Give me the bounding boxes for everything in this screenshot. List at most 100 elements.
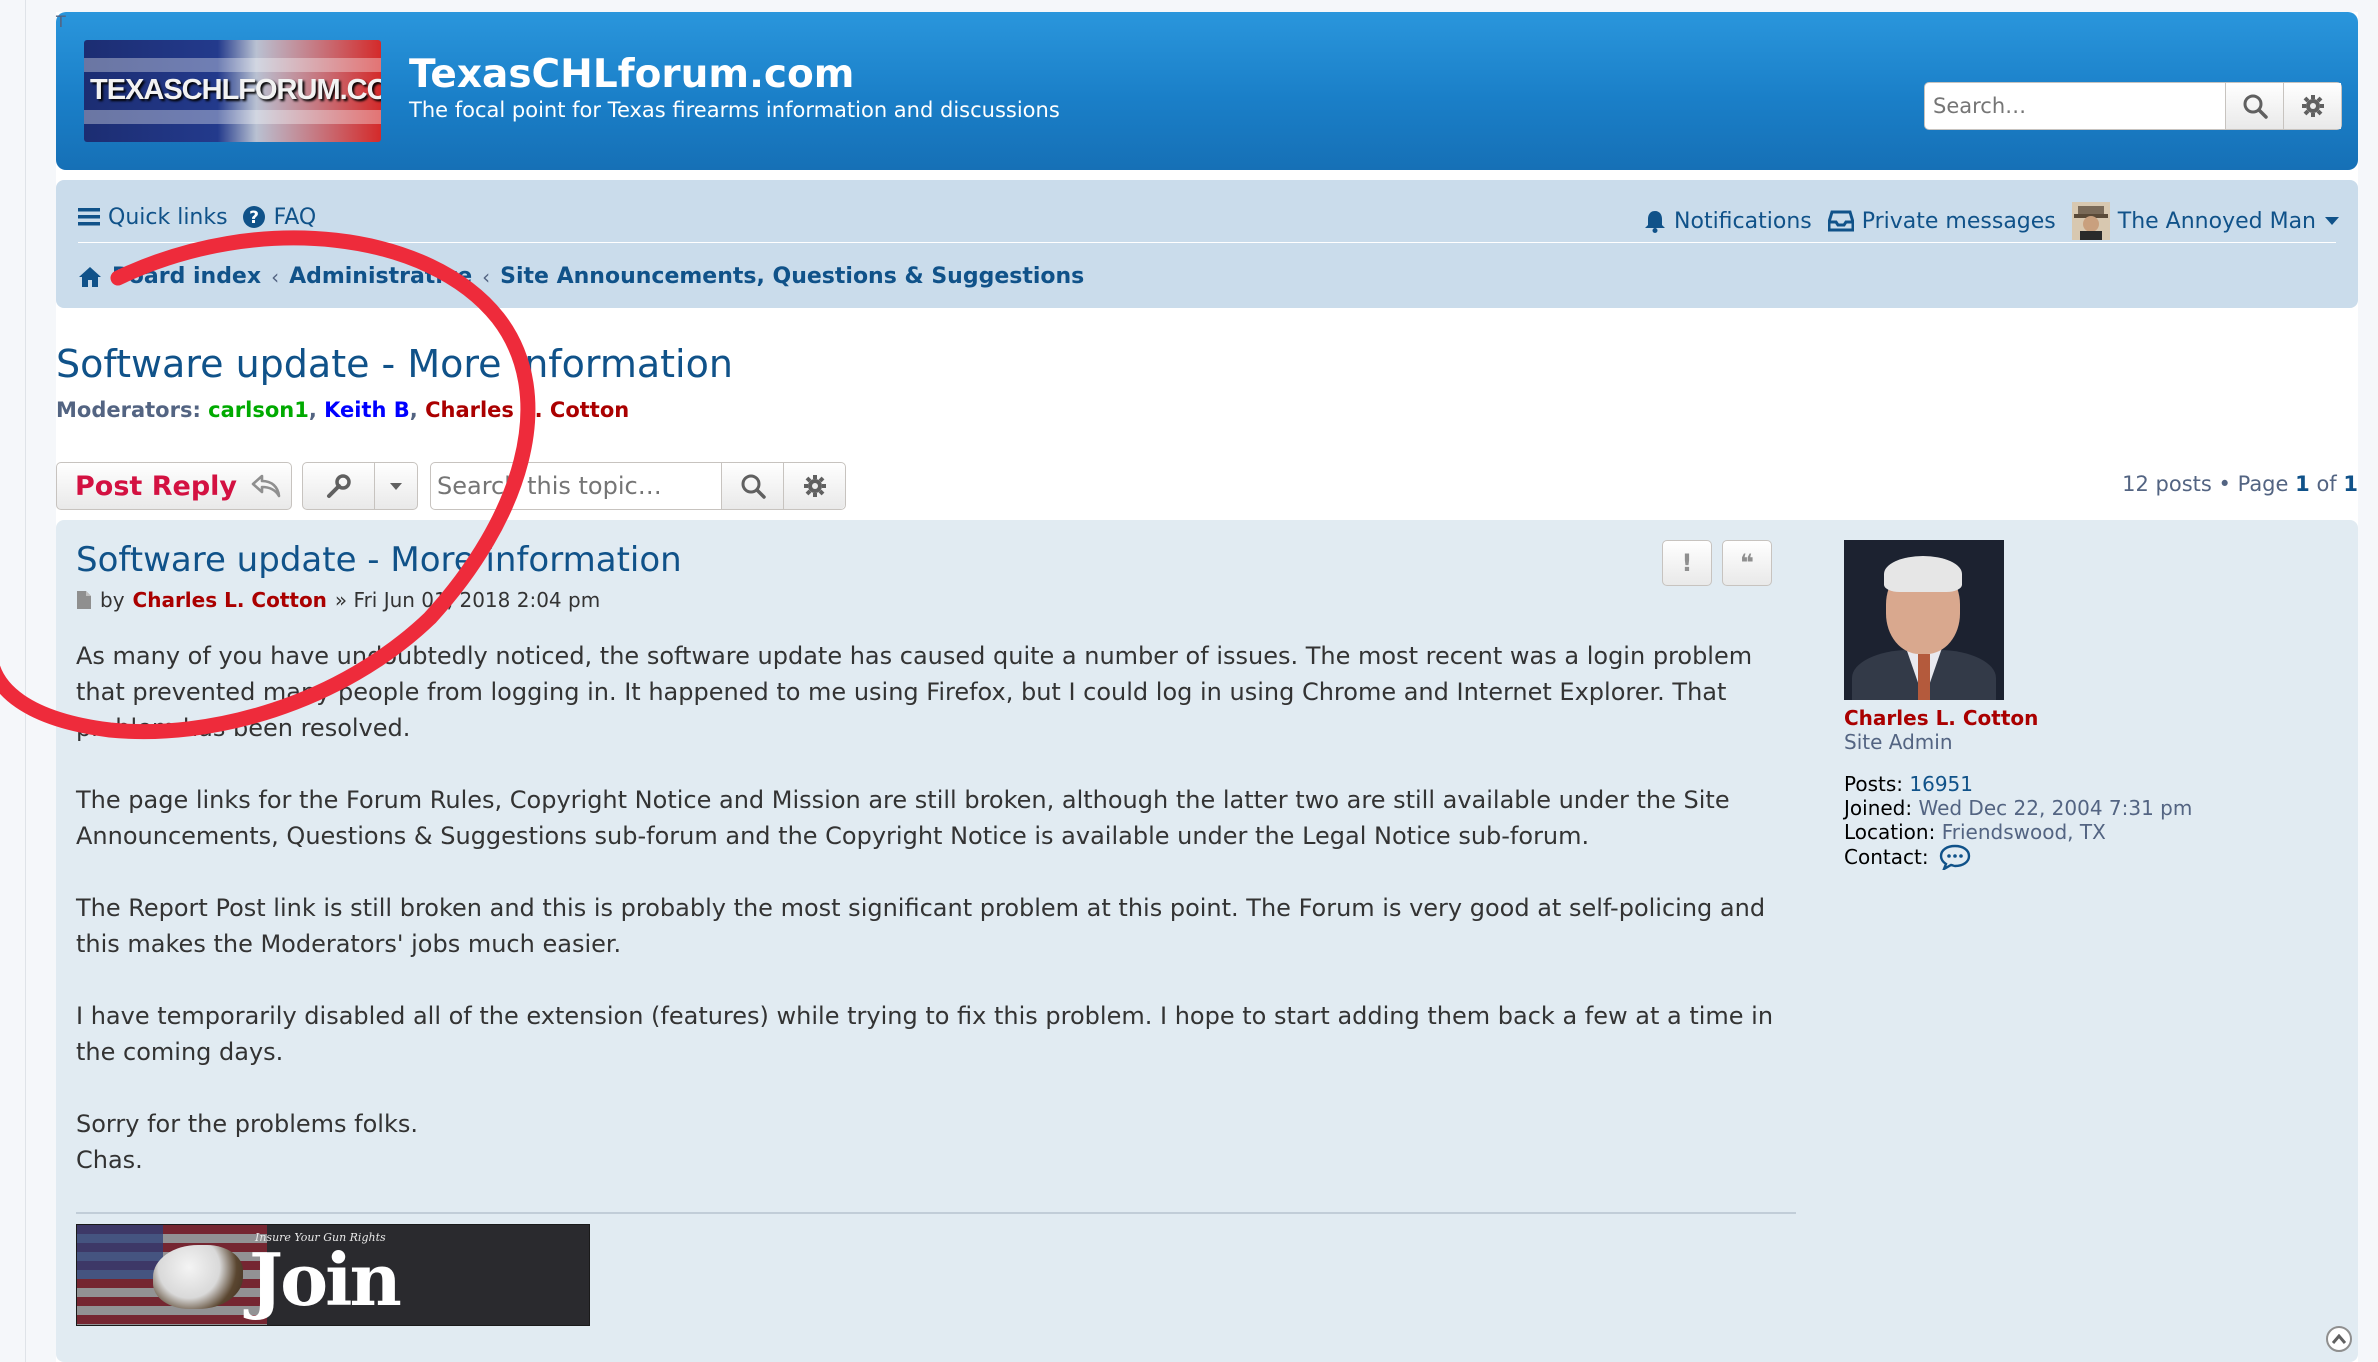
topic-tools-button[interactable] xyxy=(302,462,418,510)
user-avatar-icon xyxy=(2071,202,2110,240)
profile-joined: Joined: Wed Dec 22, 2004 7:31 pm xyxy=(1844,796,2264,820)
notifications-label: Notifications xyxy=(1674,208,1812,234)
private-messages-link[interactable]: Private messages xyxy=(1827,208,2056,234)
flag-canton xyxy=(77,1225,163,1279)
signature-divider xyxy=(76,1212,1796,1214)
post-count: 12 posts xyxy=(2122,472,2212,496)
moderator-link[interactable]: carlson1 xyxy=(208,398,309,422)
caret-down-icon xyxy=(390,482,403,490)
quote-button[interactable]: ❝ xyxy=(1722,540,1772,586)
profile-posts: Posts: 16951 xyxy=(1844,772,2264,796)
joined-label: Joined: xyxy=(1844,796,1913,820)
breadcrumb-chevron-icon: ‹ xyxy=(482,264,491,289)
avatar-tie xyxy=(1918,654,1930,700)
caret-down-icon xyxy=(2325,217,2339,225)
gear-icon xyxy=(803,475,826,497)
logo-trail: T xyxy=(56,12,66,31)
post-author-link[interactable]: Charles L. Cotton xyxy=(133,588,327,612)
document-icon xyxy=(77,591,91,609)
avatar-hair xyxy=(1884,556,1962,592)
left-gutter xyxy=(0,0,26,1362)
profile-location: Location: Friendswood, TX xyxy=(1844,820,2264,844)
header-search-input[interactable] xyxy=(1925,83,2225,129)
avatar[interactable] xyxy=(1844,540,2004,700)
back-to-top-button[interactable] xyxy=(2326,1326,2352,1352)
posts-label: Posts: xyxy=(1844,772,1904,796)
header-search xyxy=(1924,82,2342,130)
moderator-link[interactable]: Keith B xyxy=(324,398,410,422)
logo-stripe xyxy=(84,58,381,72)
joined-value: Wed Dec 22, 2004 7:31 pm xyxy=(1918,796,2193,820)
quick-links-menu[interactable]: Quick links xyxy=(78,205,228,230)
breadcrumb-administrative[interactable]: Administrative xyxy=(289,264,472,289)
current-page: 1 xyxy=(2295,472,2310,496)
page-label: Page xyxy=(2237,472,2289,496)
topic-action-bar: Post Reply 12 posts • Page 1 of xyxy=(56,462,2358,510)
post-reply-label: Post Reply xyxy=(75,470,237,502)
navbar-divider xyxy=(78,242,2336,243)
site-title[interactable]: TexasCHLforum.com xyxy=(409,52,854,97)
site-header: TEXASCHLFORUM.COM T TexasCHLforum.com Th… xyxy=(56,12,2358,170)
post-paragraph: The Report Post link is still broken and… xyxy=(76,894,1766,958)
profile-contact: Contact: xyxy=(1844,844,2264,870)
breadcrumb: Board index ‹ Administrative ‹ Site Anno… xyxy=(78,264,1084,289)
location-value: Friendswood, TX xyxy=(1941,820,2106,844)
nra-signature-banner[interactable]: Insure Your Gun Rights Join NRA xyxy=(76,1224,590,1326)
notifications-link[interactable]: Notifications xyxy=(1644,209,1812,234)
advanced-search-button[interactable] xyxy=(2283,83,2341,129)
question-icon: ? xyxy=(242,206,265,228)
post-paragraph: As many of you have undoubtedly noticed,… xyxy=(76,642,1753,742)
moderators-label: Moderators: xyxy=(56,398,201,422)
breadcrumb-site-announcements[interactable]: Site Announcements, Questions & Suggesti… xyxy=(500,264,1084,289)
svg-text:?: ? xyxy=(249,208,259,228)
post-title[interactable]: Software update - More information xyxy=(76,540,682,580)
faq-link[interactable]: ? FAQ xyxy=(242,204,317,230)
bell-icon xyxy=(1645,211,1666,233)
post-paragraph: Chas. xyxy=(76,1146,143,1174)
profile-spacer xyxy=(1844,754,2264,772)
chevron-up-icon xyxy=(2332,1334,2346,1344)
post-reply-button[interactable]: Post Reply xyxy=(56,462,292,510)
reply-arrow-icon xyxy=(251,474,281,498)
private-messages-label: Private messages xyxy=(1861,208,2056,234)
breadcrumb-chevron-icon: ‹ xyxy=(271,264,280,289)
total-pages: 1 xyxy=(2343,472,2358,496)
username-label: The Annoyed Man xyxy=(2117,208,2316,234)
contact-label: Contact: xyxy=(1844,845,1929,869)
profile-username[interactable]: Charles L. Cotton xyxy=(1844,706,2264,730)
nav-left: Quick links ? FAQ xyxy=(78,202,330,232)
eagle-icon xyxy=(153,1245,243,1309)
logo-text: TEXASCHLFORUM.COM xyxy=(90,74,381,106)
pagination: 12 posts • Page 1 of 1 xyxy=(2122,472,2358,496)
page: TEXASCHLFORUM.COM T TexasCHLforum.com Th… xyxy=(56,12,2358,1362)
topic-advanced-search-button[interactable] xyxy=(783,463,845,509)
post-date: » Fri Jun 01, 2018 2:04 pm xyxy=(334,588,601,612)
post: Software update - More information by Ch… xyxy=(56,520,2358,1362)
location-label: Location: xyxy=(1844,820,1936,844)
inbox-icon xyxy=(1827,210,1854,232)
topic-search-button[interactable] xyxy=(721,463,783,509)
moderators-line: Moderators: carlson1, Keith B, Charles L… xyxy=(56,398,630,422)
breadcrumb-board-index[interactable]: Board index xyxy=(112,264,261,289)
wrench-icon xyxy=(326,474,351,498)
caret-wrap xyxy=(375,482,417,491)
contact-bubble-icon[interactable] xyxy=(1939,844,1971,870)
search-button[interactable] xyxy=(2225,83,2283,129)
site-logo[interactable]: TEXASCHLFORUM.COM xyxy=(84,40,381,142)
user-menu[interactable]: The Annoyed Man xyxy=(2071,202,2340,240)
hamburger-icon xyxy=(78,208,100,226)
faq-label: FAQ xyxy=(273,204,317,230)
post-paragraph: The page links for the Forum Rules, Copy… xyxy=(76,786,1730,850)
home-icon xyxy=(79,266,101,287)
report-button[interactable]: ! xyxy=(1662,540,1712,586)
post-buttons: ! ❝ xyxy=(1662,540,1772,586)
wrench-wrap xyxy=(303,473,374,499)
posts-count-link[interactable]: 16951 xyxy=(1909,772,1973,796)
topic-search-input[interactable] xyxy=(431,463,721,509)
nra-title: Join NRA xyxy=(249,1237,425,1325)
topic-title[interactable]: Software update - More information xyxy=(56,342,733,386)
search-icon xyxy=(741,474,766,499)
moderator-link[interactable]: Charles L. Cotton xyxy=(425,398,629,422)
search-icon xyxy=(2243,94,2268,119)
gear-icon xyxy=(2301,95,2324,117)
